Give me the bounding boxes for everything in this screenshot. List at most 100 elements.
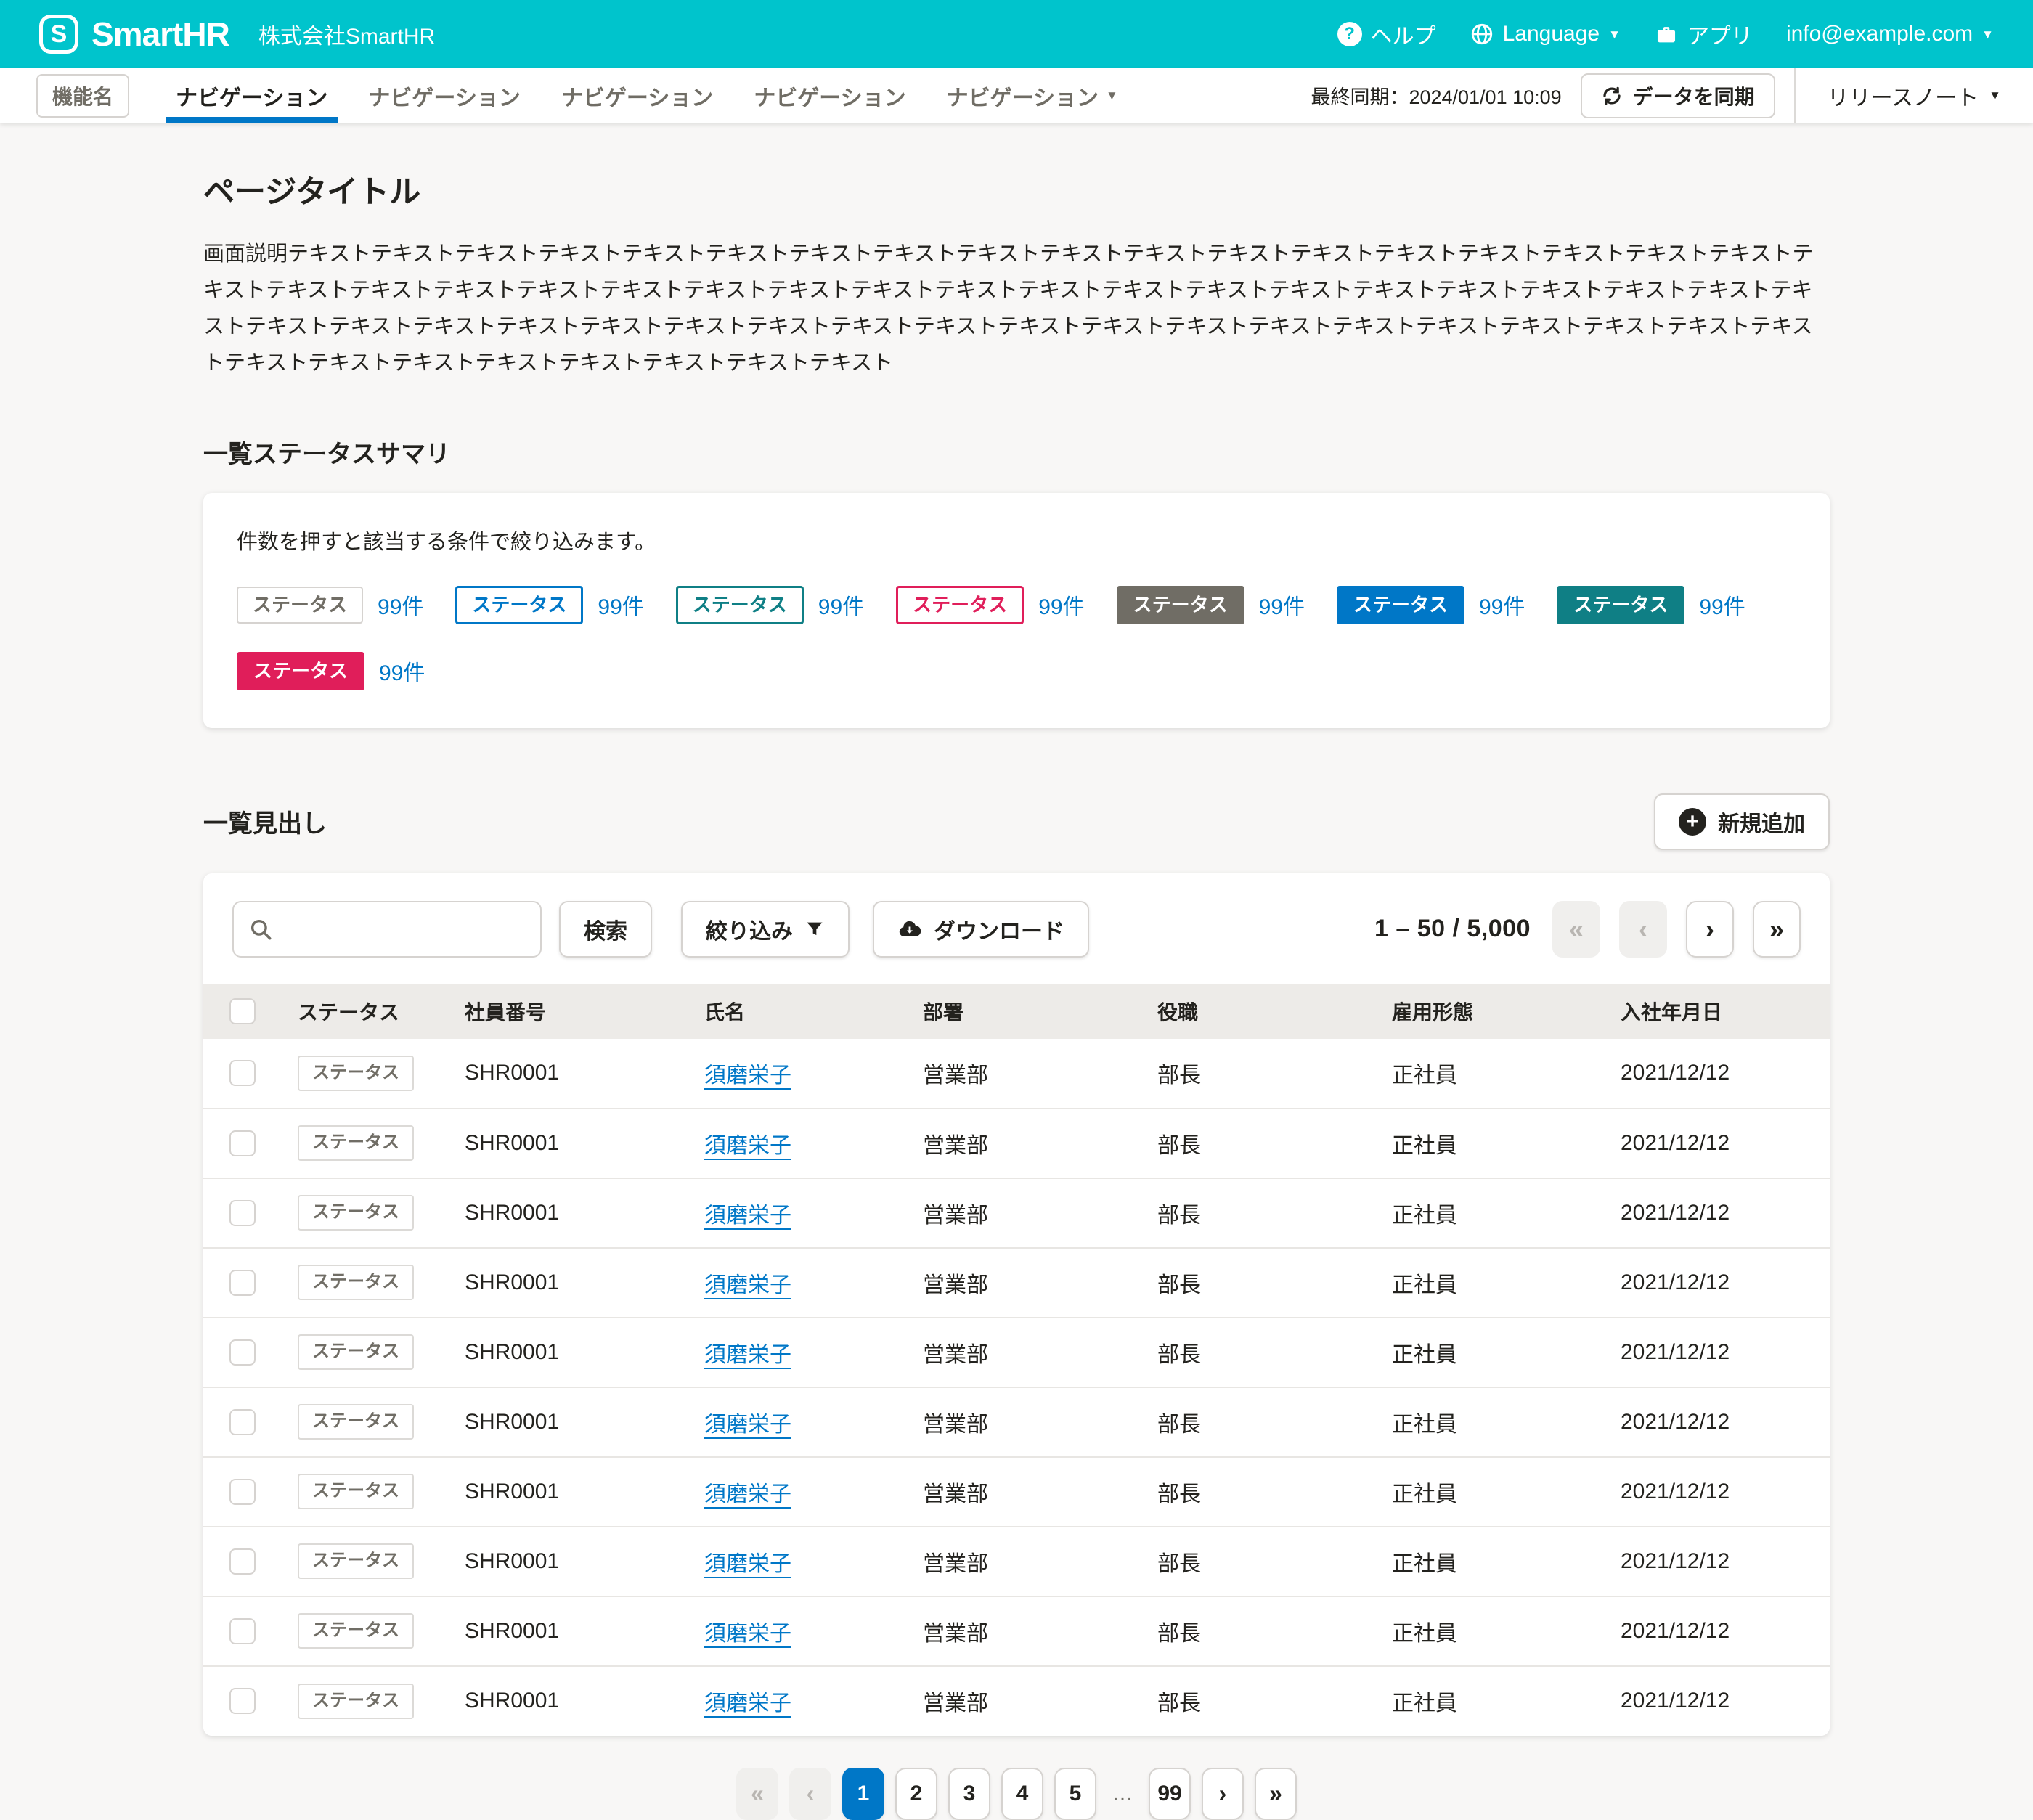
- employee-name-link[interactable]: 須磨栄子: [704, 1273, 791, 1297]
- table-row: ステータスSHR0001須磨栄子営業部部長正社員2021/12/12: [203, 1457, 1830, 1527]
- column-header: 入社年月日: [1599, 984, 1830, 1039]
- smarthr-logo[interactable]: S SmartHR: [39, 15, 229, 54]
- employee-name-link[interactable]: 須磨栄子: [704, 1134, 791, 1158]
- role: 部長: [1136, 1527, 1370, 1596]
- employee-id: SHR0001: [443, 1318, 683, 1387]
- status-label: ステータス: [1337, 586, 1464, 624]
- company-name: 株式会社SmartHR: [258, 18, 435, 50]
- row-checkbox[interactable]: [229, 1339, 256, 1366]
- last-page-button[interactable]: »: [1255, 1768, 1297, 1820]
- next-page-button[interactable]: ›: [1686, 901, 1734, 958]
- status-count-link[interactable]: 99件: [598, 589, 643, 621]
- department: 営業部: [901, 1457, 1136, 1527]
- nav-item[interactable]: ナビゲーション: [155, 68, 348, 123]
- table-row: ステータスSHR0001須磨栄子営業部部長正社員2021/12/12: [203, 1039, 1830, 1109]
- status-badge-group: ステータス 99件: [1337, 586, 1525, 624]
- sync-data-button[interactable]: データを同期: [1581, 73, 1775, 118]
- row-checkbox[interactable]: [229, 1409, 256, 1435]
- row-checkbox[interactable]: [229, 1618, 256, 1644]
- account-menu[interactable]: info@example.com ▼: [1786, 22, 1994, 46]
- prev-page-button: ‹: [789, 1768, 831, 1820]
- globe-icon: [1470, 22, 1494, 46]
- role: 部長: [1136, 1039, 1370, 1109]
- status-count-link[interactable]: 99件: [1259, 589, 1305, 621]
- table-header-row: ステータス社員番号氏名部署役職雇用形態入社年月日: [203, 984, 1830, 1039]
- top-pager: « ‹ › »: [1552, 901, 1801, 958]
- nav-item[interactable]: ナビゲーション▼: [926, 68, 1138, 123]
- status-count-link[interactable]: 99件: [1699, 589, 1745, 621]
- role: 部長: [1136, 1666, 1370, 1736]
- filter-button-label: 絞り込み: [706, 913, 793, 945]
- employee-table: ステータス社員番号氏名部署役職雇用形態入社年月日 ステータスSHR0001須磨栄…: [203, 984, 1830, 1736]
- column-header: 役職: [1136, 984, 1370, 1039]
- employee-id: SHR0001: [443, 1457, 683, 1527]
- language-menu[interactable]: Language ▼: [1470, 22, 1621, 46]
- employee-name-link[interactable]: 須磨栄子: [704, 1343, 791, 1367]
- search-button[interactable]: 検索: [559, 901, 652, 958]
- employee-name-link[interactable]: 須磨栄子: [704, 1064, 791, 1087]
- row-checkbox[interactable]: [229, 1479, 256, 1505]
- help-menu[interactable]: ? ヘルプ: [1337, 18, 1436, 50]
- global-header: S SmartHR 株式会社SmartHR ? ヘルプ Language ▼ ア…: [0, 0, 2033, 68]
- row-checkbox[interactable]: [229, 1130, 256, 1156]
- app-name-badge: 機能名: [36, 74, 129, 118]
- status-label: ステータス: [298, 1056, 414, 1091]
- status-count-link[interactable]: 99件: [818, 589, 864, 621]
- nav-item[interactable]: ナビゲーション: [733, 68, 926, 123]
- apps-label: アプリ: [1687, 18, 1753, 50]
- chevron-down-icon: ▼: [1106, 89, 1118, 102]
- release-notes-menu[interactable]: リリースノート ▼: [1796, 80, 2033, 112]
- filter-button[interactable]: 絞り込み: [681, 901, 850, 958]
- search-input[interactable]: [232, 901, 542, 958]
- select-all-checkbox[interactable]: [229, 998, 256, 1024]
- row-checkbox[interactable]: [229, 1688, 256, 1714]
- hire-date: 2021/12/12: [1599, 1457, 1830, 1527]
- brand-name: SmartHR: [91, 15, 229, 54]
- nav-item-label: ナビゲーション: [561, 80, 713, 112]
- hire-date: 2021/12/12: [1599, 1039, 1830, 1109]
- page-number-button[interactable]: 99: [1149, 1768, 1191, 1820]
- status-badge-group: ステータス99件: [896, 586, 1084, 624]
- employee-name-link[interactable]: 須磨栄子: [704, 1482, 791, 1506]
- status-summary-card: 件数を押すと該当する条件で絞り込みます。 ステータス99件ステータス99件ステー…: [203, 493, 1830, 728]
- status-badge-group: ステータス99件: [1117, 586, 1305, 624]
- page-number-button[interactable]: 5: [1054, 1768, 1096, 1820]
- column-header: 社員番号: [443, 984, 683, 1039]
- employee-id: SHR0001: [443, 1178, 683, 1248]
- department: 営業部: [901, 1178, 1136, 1248]
- row-checkbox[interactable]: [229, 1270, 256, 1296]
- employee-name-link[interactable]: 須磨栄子: [704, 1622, 791, 1646]
- employee-name-link[interactable]: 須磨栄子: [704, 1204, 791, 1228]
- refresh-icon: [1601, 85, 1623, 107]
- page-number-button[interactable]: 4: [1001, 1768, 1043, 1820]
- row-checkbox[interactable]: [229, 1060, 256, 1086]
- apps-menu[interactable]: アプリ: [1654, 18, 1753, 50]
- status-count-link[interactable]: 99件: [1038, 589, 1084, 621]
- row-checkbox[interactable]: [229, 1200, 256, 1226]
- download-button[interactable]: ダウンロード: [873, 901, 1089, 958]
- employee-name-link[interactable]: 須磨栄子: [704, 1413, 791, 1437]
- status-label: ステータス: [298, 1195, 414, 1231]
- status-label: ステータス: [298, 1265, 414, 1300]
- status-count-link[interactable]: 99件: [1479, 589, 1525, 621]
- nav-item[interactable]: ナビゲーション: [348, 68, 540, 123]
- page-number-button[interactable]: 2: [895, 1768, 937, 1820]
- employee-name-link[interactable]: 須磨栄子: [704, 1692, 791, 1715]
- last-page-button[interactable]: »: [1753, 901, 1801, 958]
- status-count-link[interactable]: 99件: [378, 589, 423, 621]
- next-page-button[interactable]: ›: [1202, 1768, 1244, 1820]
- smarthr-logo-icon: S: [39, 15, 78, 54]
- hire-date: 2021/12/12: [1599, 1318, 1830, 1387]
- employment-type: 正社員: [1370, 1248, 1599, 1318]
- status-count-link[interactable]: 99件: [379, 655, 425, 687]
- nav-item[interactable]: ナビゲーション: [541, 68, 733, 123]
- page-number-button[interactable]: 1: [842, 1768, 884, 1820]
- add-new-button[interactable]: + 新規追加: [1654, 793, 1830, 850]
- column-header: ステータス: [276, 984, 443, 1039]
- page-number-button[interactable]: 3: [948, 1768, 990, 1820]
- row-checkbox[interactable]: [229, 1548, 256, 1575]
- hire-date: 2021/12/12: [1599, 1527, 1830, 1596]
- column-header: 部署: [901, 984, 1136, 1039]
- help-label: ヘルプ: [1371, 18, 1436, 50]
- employee-name-link[interactable]: 須磨栄子: [704, 1552, 791, 1576]
